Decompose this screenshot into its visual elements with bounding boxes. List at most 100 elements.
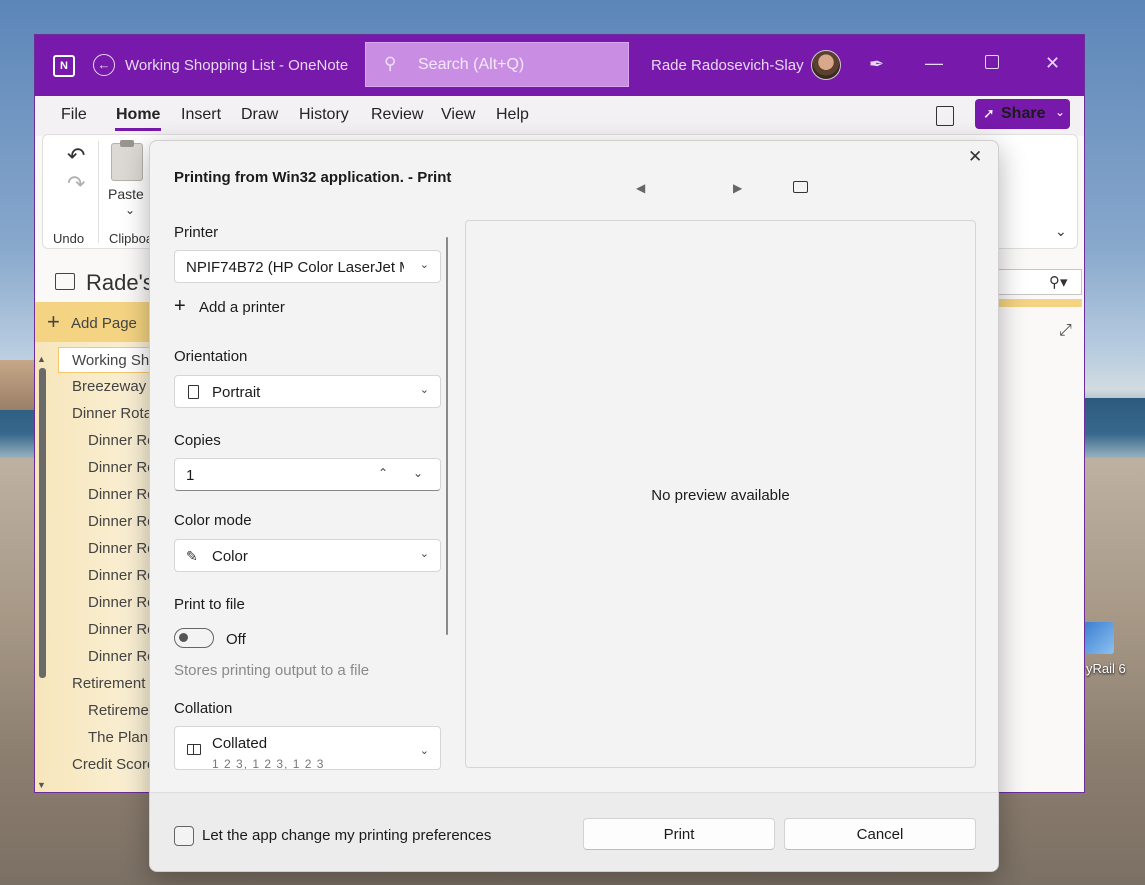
menu-history[interactable]: History (299, 106, 349, 124)
menu-home[interactable]: Home (116, 106, 160, 124)
page-list-item[interactable]: Credit Score (35, 752, 149, 773)
clipboard-group-label: Clipboa (109, 231, 154, 246)
maximize-icon[interactable] (985, 55, 999, 69)
share-icon: ➚ (983, 105, 995, 121)
settings-scrollbar[interactable] (446, 237, 448, 635)
page-list-item[interactable]: The Plan: (35, 725, 149, 746)
sticky-notes-icon[interactable] (936, 106, 954, 126)
section-color-bar (998, 299, 1082, 307)
plus-icon: + (174, 295, 186, 317)
dialog-title: Printing from Win32 application. - Print (174, 169, 452, 186)
minimize-icon[interactable]: — (925, 53, 943, 74)
printer-value: NPIF74B72 (HP Color LaserJet M (186, 259, 404, 276)
copies-value: 1 (186, 467, 195, 484)
close-icon[interactable]: ✕ (968, 147, 982, 167)
page-list-item[interactable]: Dinner Ro (35, 509, 149, 530)
page-list-item[interactable]: Working Sho (58, 347, 150, 373)
printer-select[interactable]: NPIF74B72 (HP Color LaserJet M ⌄ (174, 250, 441, 283)
chevron-down-icon[interactable]: ⌄ (1055, 105, 1065, 119)
search-placeholder: Search (Alt+Q) (418, 56, 525, 73)
notebook-icon[interactable] (55, 273, 75, 290)
notebook-title[interactable]: Rade's (86, 270, 154, 296)
printer-label: Printer (174, 224, 219, 241)
desktop-app-icon[interactable] (1084, 622, 1114, 654)
page-list-item[interactable]: Retirement (35, 671, 149, 692)
collation-label: Collation (174, 700, 233, 717)
color-mode-value: Color (212, 548, 248, 565)
print-to-file-toggle[interactable] (174, 628, 214, 648)
preview-message: No preview available (651, 487, 790, 504)
menu-review[interactable]: Review (371, 106, 423, 124)
undo-group-label: Undo (53, 231, 85, 246)
add-page-button[interactable]: + Add Page (35, 302, 149, 342)
window-title: Working Shopping List - OneNote (125, 57, 349, 74)
pen-icon[interactable]: ✒ (869, 54, 884, 74)
page-list-item[interactable]: Breezeway I (35, 374, 149, 395)
page-list: ▲ ▼ Working Sho Breezeway I Dinner Rota Din… (35, 342, 150, 792)
cancel-button[interactable]: Cancel (784, 818, 976, 850)
page-list-item[interactable]: Dinner Ro (35, 590, 149, 611)
dialog-footer: Let the app change my printing preferenc… (150, 792, 998, 871)
page-search-input[interactable]: ⚲▾ (998, 269, 1082, 295)
desktop-icon-label[interactable]: yRail 6 (1086, 661, 1126, 676)
chevron-down-icon: ⌄ (419, 259, 429, 271)
page-list-item[interactable]: Dinner Ro (35, 563, 149, 584)
menu-insert[interactable]: Insert (181, 106, 221, 124)
collation-icon (187, 744, 201, 755)
print-preview-area: No preview available (465, 220, 976, 768)
menu-file[interactable]: File (61, 106, 87, 124)
chevron-down-icon: ⌄ (419, 384, 429, 396)
copies-stepper[interactable]: 1 ⌃ ⌄ (174, 458, 441, 491)
print-button[interactable]: Print (583, 818, 775, 850)
plus-icon: + (47, 309, 60, 334)
page-list-item[interactable]: Retiremen (35, 698, 149, 719)
title-bar: N ← Working Shopping List - OneNote ⚲ Se… (35, 35, 1084, 96)
redo-icon[interactable]: ↷ (67, 171, 85, 197)
ribbon-divider (98, 141, 99, 243)
menu-draw[interactable]: Draw (241, 106, 278, 124)
page-list-item[interactable]: Dinner Rota (35, 401, 149, 422)
chevron-up-icon[interactable]: ⌃ (378, 466, 388, 480)
orientation-label: Orientation (174, 348, 248, 365)
fit-to-page-icon[interactable] (793, 181, 808, 193)
page-list-item[interactable]: Dinner Ro (35, 455, 149, 476)
close-window-icon[interactable]: ✕ (1045, 53, 1060, 74)
chevron-down-icon: ⌄ (419, 548, 429, 560)
color-mode-select[interactable]: ✎ Color ⌄ (174, 539, 441, 572)
page-list-item[interactable]: Dinner Ro (35, 644, 149, 665)
clipboard-icon[interactable] (111, 140, 143, 181)
chevron-down-icon[interactable]: ⌄ (125, 203, 135, 217)
menu-help[interactable]: Help (496, 106, 529, 124)
expand-icon[interactable]: ⤢ (1059, 322, 1072, 340)
share-label: Share (1001, 105, 1046, 122)
avatar[interactable] (811, 50, 841, 80)
preferences-checkbox[interactable] (174, 826, 194, 846)
previous-page-icon[interactable]: ◀ (636, 181, 645, 195)
search-icon: ⚲ (384, 54, 397, 73)
toggle-state-label: Off (226, 631, 246, 648)
paste-button[interactable]: Paste (108, 186, 144, 202)
page-list-item[interactable]: Dinner Ro (35, 482, 149, 503)
next-page-icon[interactable]: ▶ (733, 181, 742, 195)
ribbon-collapse-icon[interactable]: ⌄ (1055, 223, 1067, 240)
onenote-logo-icon: N (53, 55, 75, 77)
page-list-item[interactable]: Dinner Ro (35, 536, 149, 557)
undo-icon[interactable]: ↶ (67, 143, 85, 169)
orientation-select[interactable]: Portrait ⌄ (174, 375, 441, 408)
color-mode-label: Color mode (174, 512, 252, 529)
scroll-up-arrow-icon[interactable]: ▲ (37, 354, 46, 364)
back-arrow-icon[interactable]: ← (93, 54, 115, 76)
page-list-item[interactable]: Dinner Ro (35, 617, 149, 638)
page-list-item[interactable]: Dinner Ro (35, 428, 149, 449)
share-button[interactable]: ➚ Share ⌄ (975, 99, 1070, 129)
print-dialog: Printing from Win32 application. - Print… (149, 140, 999, 872)
collation-select[interactable]: Collated 1 2 3, 1 2 3, 1 2 3 ⌄ (174, 726, 441, 770)
user-name[interactable]: Rade Radosevich-Slay (651, 57, 804, 74)
scroll-down-arrow-icon[interactable]: ▼ (37, 780, 46, 790)
search-input[interactable]: ⚲ Search (Alt+Q) (365, 42, 629, 87)
palette-icon: ✎ (186, 548, 198, 564)
menu-view[interactable]: View (441, 106, 475, 124)
preferences-checkbox-label[interactable]: Let the app change my printing preferenc… (202, 827, 491, 844)
copies-label: Copies (174, 432, 221, 449)
chevron-down-icon[interactable]: ⌄ (413, 466, 423, 480)
